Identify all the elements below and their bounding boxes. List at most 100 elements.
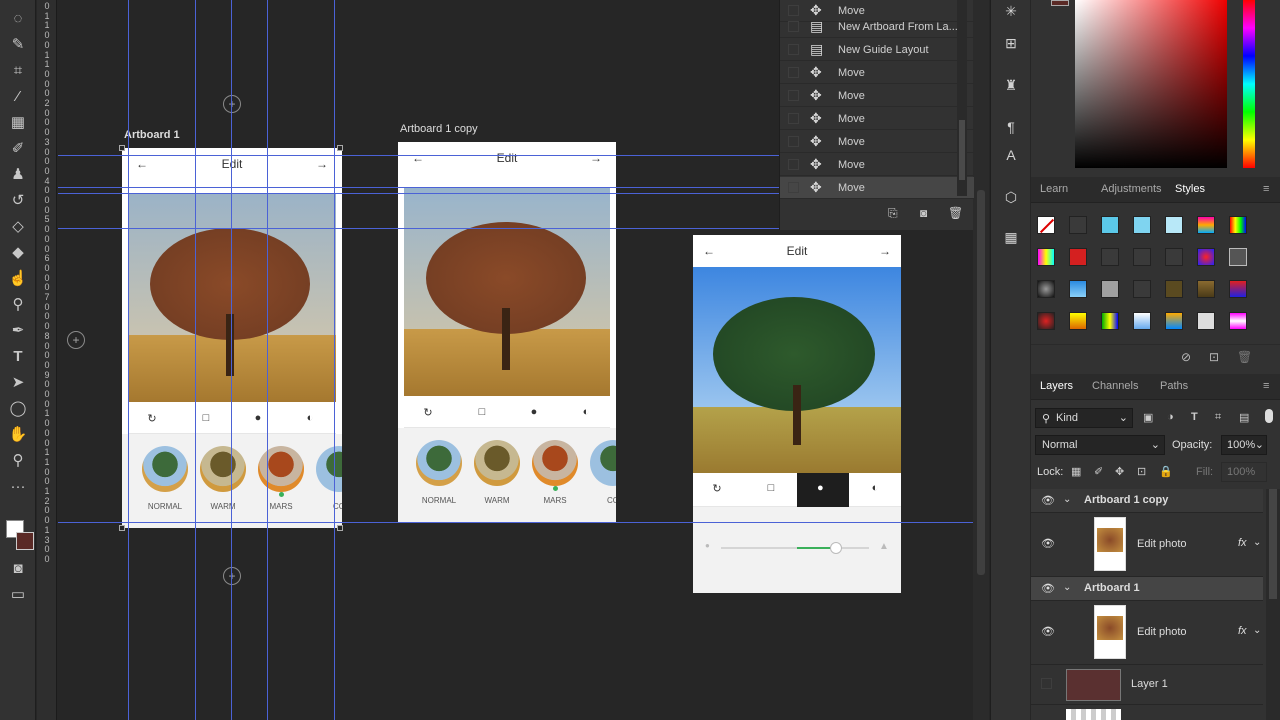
navigator-icon[interactable]: ✳ xyxy=(999,0,1023,22)
style-swatch[interactable] xyxy=(1133,280,1151,298)
canvas-scrollbar[interactable] xyxy=(973,0,989,720)
filter-shape-icon[interactable]: ⌗ xyxy=(1215,411,1221,424)
tab-layers[interactable]: Layers xyxy=(1040,380,1073,392)
drop-icon[interactable]: ● xyxy=(524,406,544,418)
contrast-icon[interactable]: ◐ xyxy=(300,412,320,424)
eyedropper-icon[interactable]: ⁄ xyxy=(6,86,30,108)
history-item[interactable]: ✥ Move xyxy=(780,108,974,130)
eraser-icon[interactable]: ◇ xyxy=(6,216,30,238)
tab-paths[interactable]: Paths xyxy=(1160,380,1188,392)
style-swatch[interactable] xyxy=(1037,248,1055,266)
3d-icon[interactable]: ⬡ xyxy=(999,186,1023,208)
style-swatch[interactable] xyxy=(1229,216,1247,234)
style-swatch[interactable] xyxy=(1165,216,1183,234)
filter-type-icon[interactable]: T xyxy=(1191,411,1198,423)
crop-square-icon[interactable]: □ xyxy=(196,412,216,424)
style-swatch[interactable] xyxy=(1037,312,1055,330)
filter-thumb-co[interactable] xyxy=(316,446,342,492)
lock-position-icon[interactable]: ✥ xyxy=(1115,465,1124,478)
style-swatch[interactable] xyxy=(1133,248,1151,266)
filter-thumb-co[interactable] xyxy=(590,440,616,486)
layer-comps-icon[interactable]: ⊞ xyxy=(999,32,1023,54)
fill-input[interactable]: 100% xyxy=(1221,462,1267,482)
saturation-slider-track[interactable] xyxy=(721,547,869,549)
visibility-eye-icon[interactable]: 👁 xyxy=(1041,494,1055,507)
style-swatch[interactable] xyxy=(1197,280,1215,298)
opacity-input[interactable]: 100% ⌄ xyxy=(1221,435,1267,455)
new-document-from-state-icon[interactable]: ⎘ xyxy=(888,206,898,221)
drop-icon[interactable]: ● xyxy=(248,412,268,424)
ellipse-icon[interactable]: ◯ xyxy=(6,398,30,420)
style-swatch[interactable] xyxy=(1037,280,1055,298)
chevron-down-icon[interactable]: ⌄ xyxy=(1063,494,1071,505)
style-swatch[interactable] xyxy=(1197,216,1215,234)
history-item[interactable]: ✥ Move xyxy=(780,62,974,84)
layer-row[interactable]: 👁 Edit photo fx ⌄ xyxy=(1031,601,1263,665)
style-swatch[interactable] xyxy=(1069,216,1087,234)
chevron-down-icon[interactable]: ⌄ xyxy=(1253,625,1261,636)
style-swatch[interactable] xyxy=(1101,248,1119,266)
style-swatch[interactable] xyxy=(1069,248,1087,266)
forward-arrow-icon[interactable]: → xyxy=(316,157,328,171)
style-swatch[interactable] xyxy=(1229,248,1247,266)
forward-arrow-icon[interactable]: → xyxy=(879,244,891,258)
style-swatch[interactable] xyxy=(1197,248,1215,266)
visibility-toggle-off[interactable] xyxy=(1041,678,1052,689)
contrast-icon[interactable]: ◐ xyxy=(865,482,885,494)
more-icon[interactable]: ··· xyxy=(6,476,30,498)
chevron-down-icon[interactable]: ⌄ xyxy=(1063,582,1071,593)
screen-mode-icon[interactable]: ▭ xyxy=(6,584,30,606)
stamp-icon[interactable]: ♟ xyxy=(6,164,30,186)
crop-square-icon[interactable]: □ xyxy=(761,482,781,494)
lock-all-icon[interactable]: 🔒 xyxy=(1159,465,1173,478)
glyphs-icon[interactable]: A xyxy=(999,144,1023,166)
visibility-eye-icon[interactable]: 👁 xyxy=(1041,625,1055,638)
style-swatch[interactable] xyxy=(1069,280,1087,298)
style-swatch-none[interactable] xyxy=(1037,216,1055,234)
paragraph-icon[interactable]: ¶ xyxy=(999,116,1023,138)
zoom-icon[interactable]: ⚲ xyxy=(6,450,30,472)
filter-thumb-mars[interactable] xyxy=(532,440,578,486)
add-artboard-icon[interactable]: + xyxy=(223,95,241,113)
style-swatch[interactable] xyxy=(1101,216,1119,234)
lock-image-icon[interactable]: ✐ xyxy=(1094,465,1103,478)
style-swatch[interactable] xyxy=(1165,248,1183,266)
trash-icon[interactable]: 🗑 xyxy=(1237,350,1252,364)
dodge-icon[interactable]: ⚲ xyxy=(6,294,30,316)
rotate-icon[interactable]: ↻ xyxy=(142,412,162,425)
pen-icon[interactable]: ✒ xyxy=(6,320,30,342)
layer-row-artboard-selected[interactable]: 👁 ⌄ Artboard 1 xyxy=(1031,577,1263,601)
style-swatch[interactable] xyxy=(1165,312,1183,330)
clear-style-icon[interactable]: ⊘ xyxy=(1181,350,1191,364)
camera-icon[interactable]: ◙ xyxy=(920,206,927,220)
add-artboard-icon[interactable]: + xyxy=(67,331,85,349)
saturation-slider-thumb[interactable] xyxy=(830,542,842,554)
panel-menu-icon[interactable]: ≡ xyxy=(1263,183,1269,195)
filter-pixel-icon[interactable]: ▣ xyxy=(1143,411,1153,424)
style-swatch[interactable] xyxy=(1165,280,1183,298)
history-item[interactable]: ✥ Move xyxy=(780,131,974,153)
color-field[interactable] xyxy=(1075,0,1227,168)
layer-row-artboard[interactable]: 👁 ⌄ Artboard 1 copy xyxy=(1031,489,1263,513)
tab-styles[interactable]: Styles xyxy=(1175,183,1205,195)
artboard-label[interactable]: Artboard 1 xyxy=(124,129,180,141)
timeline-icon[interactable]: ▦ xyxy=(999,226,1023,248)
quick-select-icon[interactable]: ✎ xyxy=(6,34,30,56)
layer-row[interactable]: Layer 1 xyxy=(1031,665,1263,705)
filter-thumb-normal[interactable] xyxy=(416,440,462,486)
style-swatch[interactable] xyxy=(1229,312,1247,330)
style-swatch[interactable] xyxy=(1133,312,1151,330)
crop-icon[interactable]: ⌗ xyxy=(6,60,30,82)
filter-thumb-mars[interactable] xyxy=(258,446,304,492)
visibility-eye-icon[interactable]: 👁 xyxy=(1041,537,1055,550)
lasso-icon[interactable]: ◌ xyxy=(6,8,30,30)
style-swatch[interactable] xyxy=(1101,280,1119,298)
paint-bucket-icon[interactable]: ◆ xyxy=(6,242,30,264)
artboard-1-copy[interactable]: ← Edit → ↻ □ ● ◐ NORMAL WARM MARS CO xyxy=(398,142,616,522)
panel-menu-icon[interactable]: ≡ xyxy=(1263,380,1269,392)
tab-learn[interactable]: Learn xyxy=(1040,183,1068,195)
character-icon[interactable]: ♜ xyxy=(999,74,1023,96)
healing-brush-icon[interactable]: ▦ xyxy=(6,112,30,134)
lock-transparent-icon[interactable]: ▦ xyxy=(1071,465,1081,478)
history-brush-icon[interactable]: ↺ xyxy=(6,190,30,212)
